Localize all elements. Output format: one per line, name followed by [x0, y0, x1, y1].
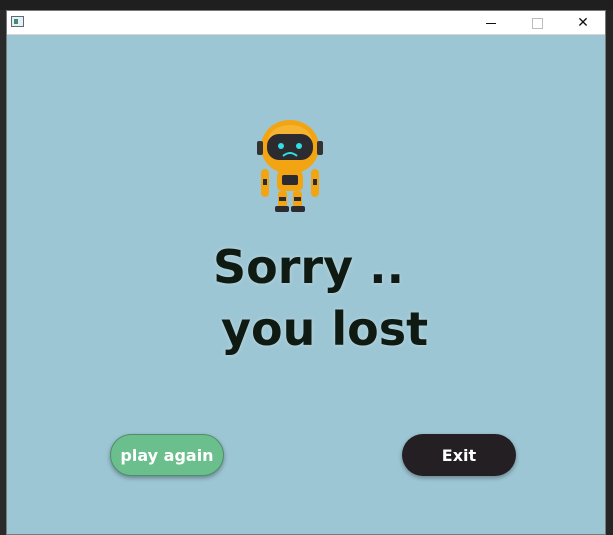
desktop-background-right: [606, 10, 613, 535]
desktop-background-top: [0, 0, 613, 10]
game-over-window: ✕ Sorry .. you lost play again Exit: [6, 10, 606, 535]
close-button[interactable]: ✕: [560, 11, 605, 35]
message-line-2: you lost: [221, 302, 429, 356]
maximize-button[interactable]: [514, 11, 560, 35]
maximize-icon: [531, 17, 543, 29]
play-again-button[interactable]: play again: [110, 434, 224, 476]
minimize-button[interactable]: [468, 11, 514, 35]
exit-button[interactable]: Exit: [402, 434, 516, 476]
message-line-1: Sorry ..: [213, 240, 405, 294]
close-icon: ✕: [577, 15, 589, 31]
title-bar[interactable]: ✕: [7, 11, 605, 35]
minimize-icon: [486, 22, 496, 24]
sad-robot-image: [257, 120, 323, 212]
app-icon: [11, 16, 24, 27]
